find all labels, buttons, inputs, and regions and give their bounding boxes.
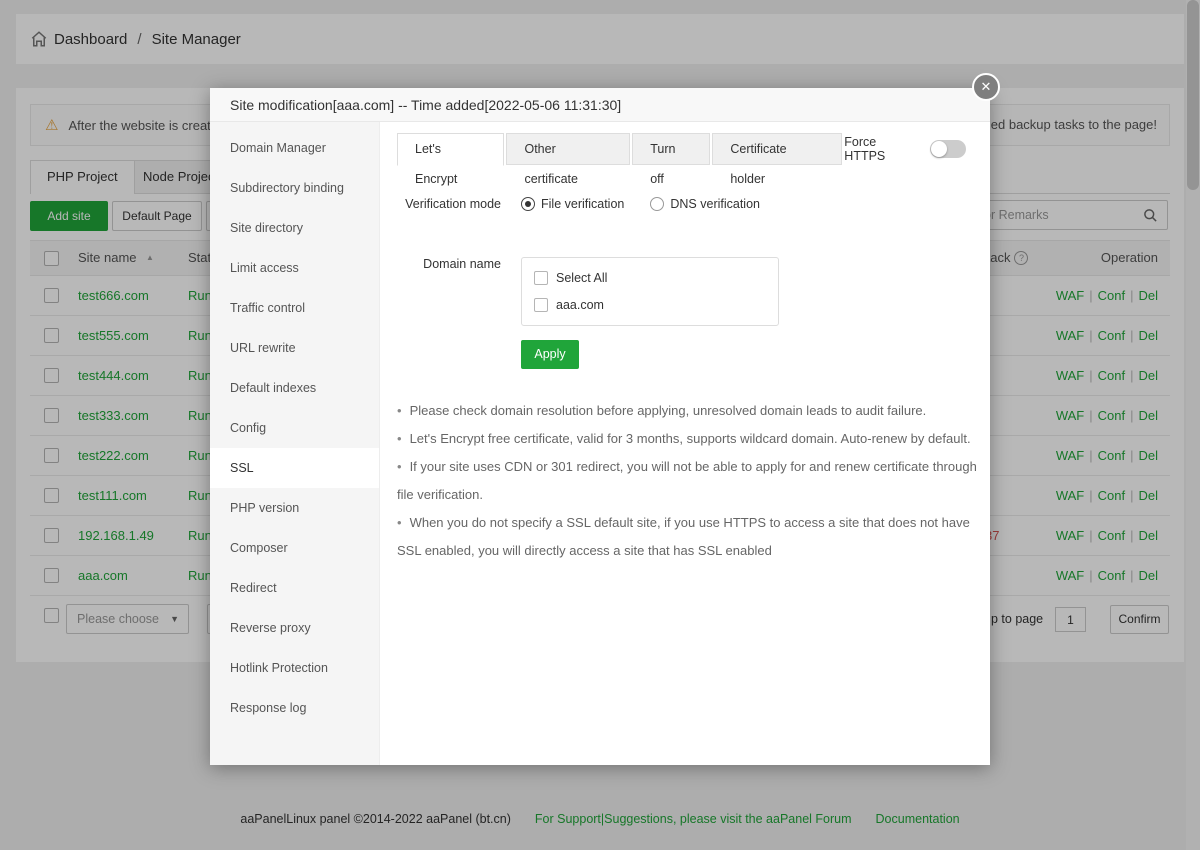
- radio-file-label: File verification: [541, 197, 624, 211]
- domain-name-label: Domain name: [397, 257, 501, 271]
- note-text: Let's Encrypt free certificate, valid fo…: [410, 431, 971, 446]
- sidebar-item-limit-access[interactable]: Limit access: [210, 248, 379, 288]
- sidebar-item-site-directory[interactable]: Site directory: [210, 208, 379, 248]
- sidebar-item-ssl[interactable]: SSL: [210, 448, 379, 488]
- verification-mode-label: Verification mode: [397, 197, 501, 211]
- radio-icon: [650, 197, 664, 211]
- domain-option[interactable]: aaa.com: [534, 294, 766, 316]
- sidebar-item-domain-manager[interactable]: Domain Manager: [210, 128, 379, 168]
- note-text: If your site uses CDN or 301 redirect, y…: [397, 459, 977, 502]
- note-item: •When you do not specify a SSL default s…: [397, 509, 997, 565]
- page: Dashboard / Site Manager ⚠ After the web…: [0, 0, 1200, 850]
- radio-icon: [521, 197, 535, 211]
- sidebar-item-default-indexes[interactable]: Default indexes: [210, 368, 379, 408]
- site-modification-modal: ✕ Site modification[aaa.com] -- Time add…: [210, 88, 990, 765]
- select-all-checkbox[interactable]: [534, 271, 548, 285]
- radio-file-verification[interactable]: File verification: [521, 197, 624, 211]
- ssl-panel: Let's Encrypt Other certificate Turn off…: [381, 122, 990, 765]
- domain-checkbox[interactable]: [534, 298, 548, 312]
- force-https-label: Force HTTPS: [844, 135, 920, 163]
- domain-list-box: Select All aaa.com: [521, 257, 779, 326]
- modal-sidebar: Domain Manager Subdirectory binding Site…: [210, 122, 380, 765]
- note-text: Please check domain resolution before ap…: [410, 403, 927, 418]
- ssl-tabs: Let's Encrypt Other certificate Turn off…: [397, 133, 974, 165]
- modal-title: Site modification[aaa.com] -- Time added…: [210, 88, 990, 122]
- force-https-toggle[interactable]: [930, 140, 966, 158]
- note-item: • Please check domain resolution before a…: [397, 397, 997, 425]
- tab-certificate-holder[interactable]: Certificate holder: [712, 133, 842, 165]
- sidebar-item-php-version[interactable]: PHP version: [210, 488, 379, 528]
- tab-other-certificate[interactable]: Other certificate: [506, 133, 630, 165]
- bullet-icon: •: [397, 459, 402, 474]
- bullet-icon: •: [397, 403, 402, 418]
- note-item: • Let's Encrypt free certificate, valid f…: [397, 425, 997, 453]
- sidebar-item-composer[interactable]: Composer: [210, 528, 379, 568]
- sidebar-item-response-log[interactable]: Response log: [210, 688, 379, 728]
- close-icon[interactable]: ✕: [972, 73, 1000, 101]
- domain-label: aaa.com: [556, 298, 604, 312]
- radio-dns-verification[interactable]: DNS verification: [650, 197, 760, 211]
- sidebar-item-traffic-control[interactable]: Traffic control: [210, 288, 379, 328]
- bullet-icon: •: [397, 515, 402, 530]
- sidebar-item-url-rewrite[interactable]: URL rewrite: [210, 328, 379, 368]
- note-text: When you do not specify a SSL default si…: [397, 515, 970, 558]
- sidebar-item-subdirectory-binding[interactable]: Subdirectory binding: [210, 168, 379, 208]
- verification-mode-row: Verification mode File verification DNS …: [397, 197, 974, 211]
- apply-button[interactable]: Apply: [521, 340, 579, 369]
- tab-turn-off[interactable]: Turn off: [632, 133, 710, 165]
- toggle-knob: [931, 141, 947, 157]
- select-all-label: Select All: [556, 271, 607, 285]
- domain-name-row: Domain name Select All aaa.com: [397, 257, 974, 326]
- note-item: •If your site uses CDN or 301 redirect, …: [397, 453, 997, 509]
- sidebar-item-config[interactable]: Config: [210, 408, 379, 448]
- radio-dns-label: DNS verification: [670, 197, 760, 211]
- sidebar-item-reverse-proxy[interactable]: Reverse proxy: [210, 608, 379, 648]
- tab-lets-encrypt[interactable]: Let's Encrypt: [397, 133, 504, 166]
- bullet-icon: •: [397, 431, 402, 446]
- select-all-option[interactable]: Select All: [534, 267, 766, 289]
- sidebar-item-redirect[interactable]: Redirect: [210, 568, 379, 608]
- sidebar-item-hotlink-protection[interactable]: Hotlink Protection: [210, 648, 379, 688]
- ssl-notes: • Please check domain resolution before a…: [397, 397, 997, 565]
